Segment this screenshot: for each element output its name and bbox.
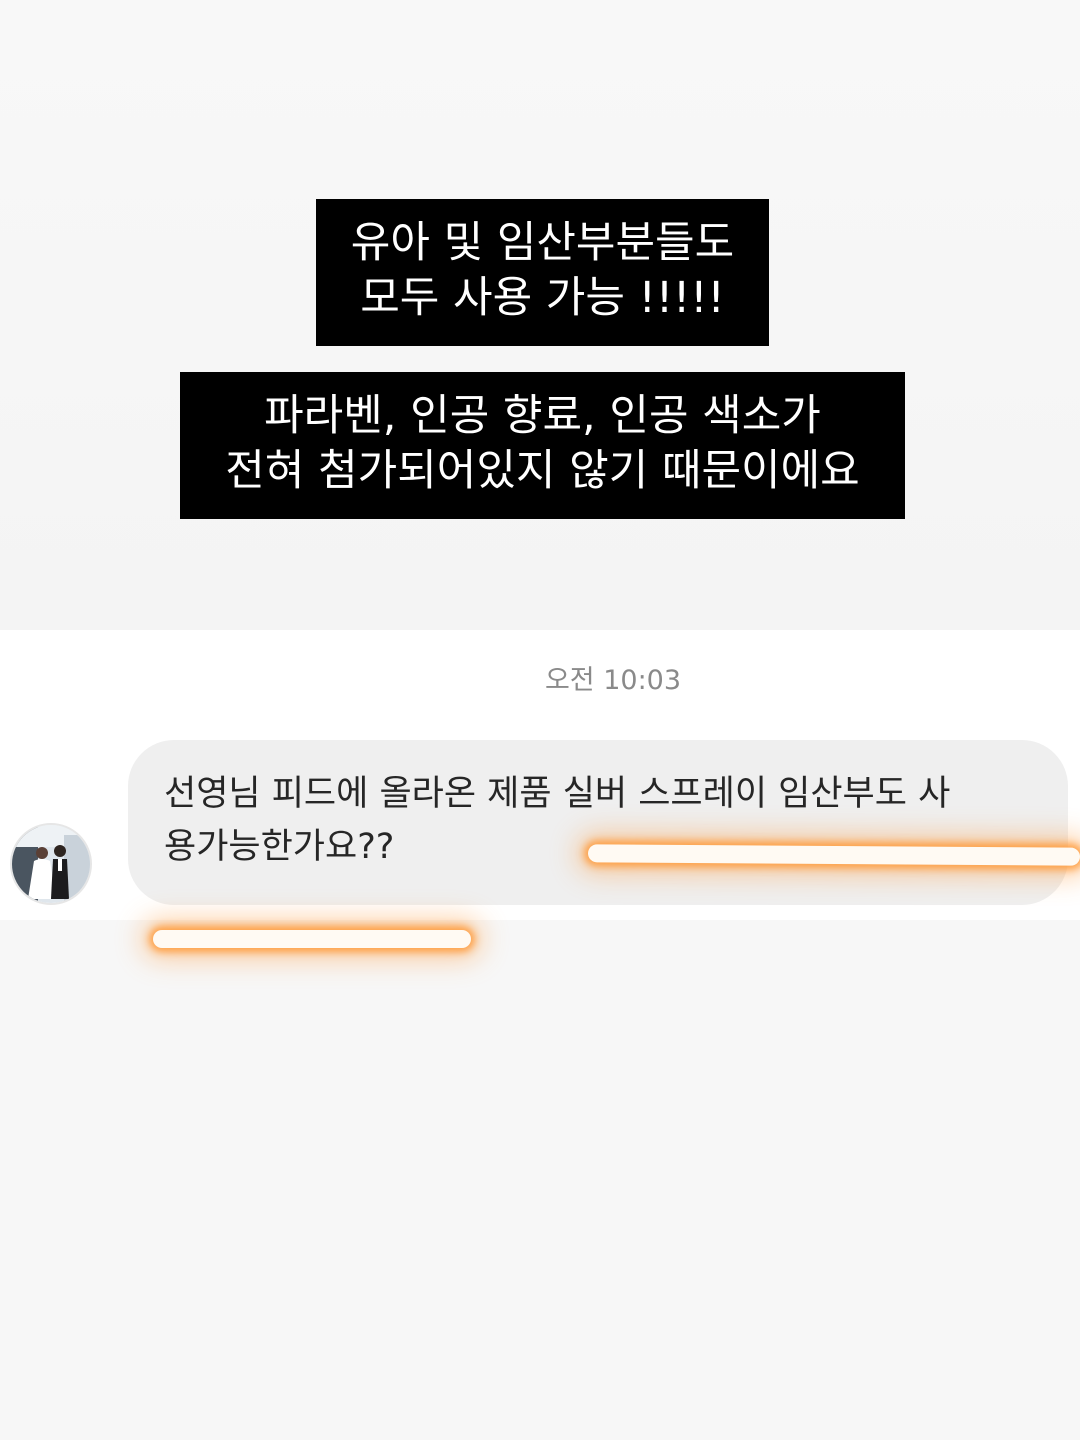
caption-line: 유아 및 임산부분들도: [350, 218, 735, 268]
caption-line: 파라벤, 인공 향료, 인공 색소가: [264, 391, 821, 441]
caption-box-ingredients: 파라벤, 인공 향료, 인공 색소가 전혀 첨가되어있지 않기 때문이에요: [180, 372, 905, 519]
avatar[interactable]: [10, 823, 92, 905]
caption-line: 전혀 첨가되어있지 않기 때문이에요: [225, 446, 860, 496]
story-background-lower: [0, 920, 1080, 1440]
caption-line: 모두 사용 가능 !!!!!: [360, 273, 725, 323]
message-timestamp: 오전 10:03: [544, 665, 682, 696]
highlight-underline: [587, 844, 1080, 866]
received-message-bubble[interactable]: 선영님 피드에 올라온 제품 실버 스프레이 임산부도 사 용가능한가요??: [128, 740, 1068, 905]
message-text-line: 선영님 피드에 올라온 제품 실버 스프레이 임산부도 사: [164, 774, 951, 814]
profile-photo-icon: [12, 825, 90, 903]
highlight-underline: [153, 930, 471, 948]
caption-box-usage: 유아 및 임산부분들도 모두 사용 가능 !!!!!: [316, 199, 769, 346]
